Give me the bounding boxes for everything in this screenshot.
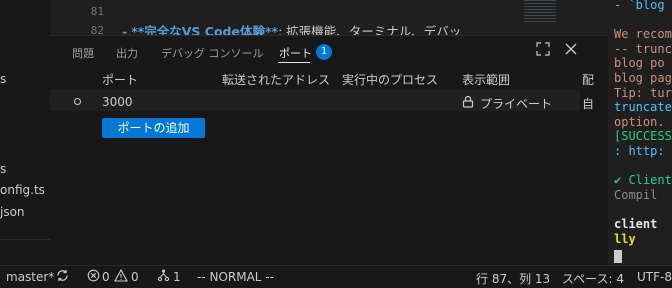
line-number: 81 xyxy=(90,5,104,18)
branch-icon: ᚠ xyxy=(0,270,1,284)
sync-icon[interactable] xyxy=(56,269,69,285)
cursor-position[interactable]: 行 87、列 13 xyxy=(476,270,550,287)
column-header-forwarded-address[interactable]: 転送されたアドレス xyxy=(222,71,330,88)
lock-icon xyxy=(462,95,474,111)
explorer-sidebar: s s onfig.ts json xyxy=(0,0,50,265)
error-count[interactable]: 0 xyxy=(102,270,110,284)
vim-mode: -- NORMAL -- xyxy=(197,270,274,284)
terminal[interactable]: - `blog We recom -- trunc blog po blog pag T… xyxy=(608,0,672,265)
origin-value: 自 xyxy=(582,97,595,111)
port-value[interactable]: 3000 xyxy=(102,95,133,109)
explorer-item[interactable]: onfig.ts xyxy=(0,183,45,197)
terminal-line: Compil xyxy=(614,187,658,202)
ports-count-badge: 1 xyxy=(316,44,332,60)
terminal-line: client xyxy=(614,217,658,231)
explorer-divider xyxy=(0,239,50,240)
visibility-value[interactable]: プライベート xyxy=(480,95,552,112)
port-status-icon xyxy=(74,98,81,105)
column-header-origin[interactable]: 配 xyxy=(582,71,594,88)
tab-debug-console[interactable]: デバッグ コンソール xyxy=(161,45,264,61)
tab-ports[interactable]: ポート xyxy=(279,45,312,61)
status-bar: ᚠ master* 0 0 1 -- NORMAL -- 行 87、列 13 ス… xyxy=(0,265,672,288)
ports-count[interactable]: 1 xyxy=(173,270,181,284)
terminal-line: Tip: tur xyxy=(614,85,672,100)
column-header-running-process[interactable]: 実行中のプロセス xyxy=(342,71,438,88)
terminal-line: : http: xyxy=(614,144,665,158)
list-marker: - xyxy=(122,24,128,35)
explorer-item[interactable]: s xyxy=(0,72,6,86)
terminal-line: blog po xyxy=(614,56,665,71)
bottom-panel: 問題 出力 デバッグ コンソール ポート 1 ポート 転送されたアドレス 実行中… xyxy=(50,35,608,266)
close-panel-icon[interactable] xyxy=(564,42,578,60)
minimap[interactable] xyxy=(524,0,556,22)
tab-problems[interactable]: 問題 xyxy=(72,45,94,61)
terminal-line: -- trunc xyxy=(614,41,672,56)
terminal-line: option. xyxy=(614,114,665,129)
active-tab-indicator xyxy=(278,62,310,63)
indentation[interactable]: スペース: 4 xyxy=(562,270,624,287)
terminal-line: We recom xyxy=(614,27,672,42)
terminal-line: [SUCCESS xyxy=(614,129,672,144)
warning-icon[interactable] xyxy=(114,268,128,285)
terminal-line: blog pag xyxy=(614,71,672,85)
terminal-line: lly xyxy=(614,231,636,246)
line-number: 82 xyxy=(90,24,104,35)
column-header-visibility[interactable]: 表示範囲 xyxy=(462,71,510,88)
code-line[interactable]: - **完全なVS Code体験**: 拡張機能、ターミナル、デバッ xyxy=(122,21,461,35)
editor[interactable]: 81 82 - **完全なVS Code体験**: 拡張機能、ターミナル、デバッ xyxy=(50,0,608,35)
terminal-line: - `blog xyxy=(614,0,665,12)
branch-label[interactable]: master* xyxy=(6,270,54,284)
terminal-cursor xyxy=(614,250,622,263)
ports-icon[interactable] xyxy=(157,269,170,285)
warning-count[interactable]: 0 xyxy=(131,270,139,284)
error-icon[interactable] xyxy=(87,269,100,285)
terminal-line: truncate xyxy=(614,100,672,115)
terminal-line: ✔ Client xyxy=(614,173,672,188)
encoding[interactable]: UTF-8 xyxy=(637,270,672,284)
column-header-port[interactable]: ポート xyxy=(102,71,138,88)
explorer-item[interactable]: json xyxy=(0,205,25,219)
tab-output[interactable]: 出力 xyxy=(116,45,138,61)
maximize-panel-icon[interactable] xyxy=(536,42,550,60)
code-text: : 拡張機能、ターミナル、デバッ xyxy=(278,24,462,35)
add-port-button[interactable]: ポートの追加 xyxy=(102,118,205,138)
explorer-item[interactable]: s xyxy=(0,162,6,176)
bold-text: **完全なVS Code体験** xyxy=(131,24,279,35)
